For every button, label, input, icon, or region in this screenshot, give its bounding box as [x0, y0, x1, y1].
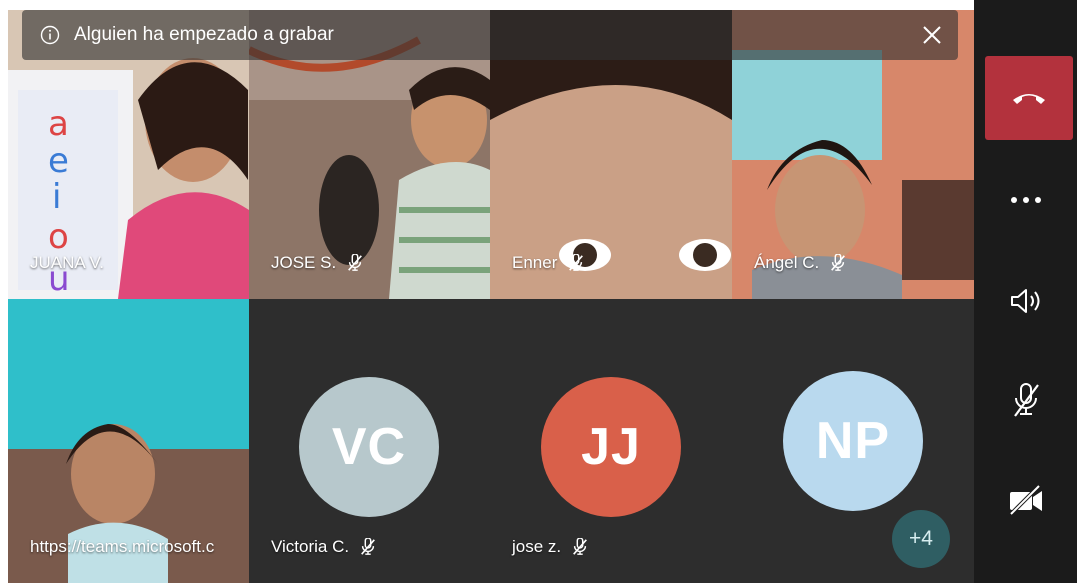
svg-text:e: e — [48, 141, 69, 181]
avatar-initials: VC — [331, 418, 407, 476]
participant-name: Enner — [512, 253, 585, 273]
notification-text: Alguien ha empezado a grabar — [74, 24, 334, 45]
participant-name-text: https://teams.microsoft.c — [30, 537, 215, 556]
mic-off-icon — [569, 254, 584, 271]
phone-hangup-icon — [1013, 94, 1045, 104]
more-options-icon — [1010, 197, 1041, 203]
participant-tile-victoria[interactable]: VC Victoria C. — [249, 299, 490, 583]
teams-call-screen: a e i o u JUANA V. JOSE S. Enner Ángel C… — [0, 0, 1077, 583]
avatar: NP — [783, 371, 923, 511]
recording-notification: Alguien ha empezado a grabar — [22, 10, 958, 60]
svg-text:o: o — [48, 217, 69, 257]
participant-name-text: JUANA V. — [30, 253, 105, 272]
participant-name: JUANA V. — [30, 253, 104, 273]
camera-button[interactable] — [974, 482, 1077, 518]
avatar-initials: JJ — [581, 418, 641, 476]
video-grid: a e i o u JUANA V. JOSE S. Enner Ángel C… — [8, 10, 974, 583]
mute-button[interactable] — [974, 382, 1077, 420]
participant-name-text: JOSE S. — [271, 253, 337, 272]
participant-name: Victoria C. — [271, 537, 377, 557]
speaker-button[interactable] — [974, 284, 1077, 318]
mic-off-icon — [573, 538, 588, 555]
more-participants-button[interactable]: +4 — [892, 510, 950, 568]
more-participants-count: +4 — [909, 527, 933, 550]
mic-off-icon — [348, 254, 363, 271]
hang-up-button[interactable] — [985, 56, 1073, 140]
participant-tile-guest[interactable]: https://teams.microsoft.c — [8, 299, 249, 583]
speaker-icon — [1010, 289, 1039, 313]
participant-name: Ángel C. — [754, 253, 847, 273]
participant-name-text: jose z. — [512, 537, 562, 556]
avatar-initials: NP — [815, 412, 891, 470]
camera-off-icon — [1009, 484, 1042, 516]
participant-name-text: Victoria C. — [271, 537, 350, 556]
avatar: VC — [299, 377, 439, 517]
participant-name: JOSE S. — [271, 253, 364, 273]
mic-off-icon — [1013, 383, 1039, 417]
info-icon — [40, 25, 60, 45]
close-icon[interactable] — [920, 23, 944, 47]
participant-name-text: Ángel C. — [754, 253, 820, 272]
participant-name-text: Enner — [512, 253, 558, 272]
svg-text:i: i — [52, 177, 61, 217]
svg-text:a: a — [48, 104, 69, 144]
participant-name: https://teams.microsoft.c — [30, 537, 214, 557]
more-options-button[interactable] — [974, 186, 1077, 214]
participant-tile-jose-z[interactable]: JJ jose z. — [490, 299, 732, 583]
mic-off-icon — [831, 254, 846, 271]
participant-name: jose z. — [512, 537, 589, 557]
call-controls — [974, 0, 1077, 583]
mic-off-icon — [361, 538, 376, 555]
avatar: JJ — [541, 377, 681, 517]
